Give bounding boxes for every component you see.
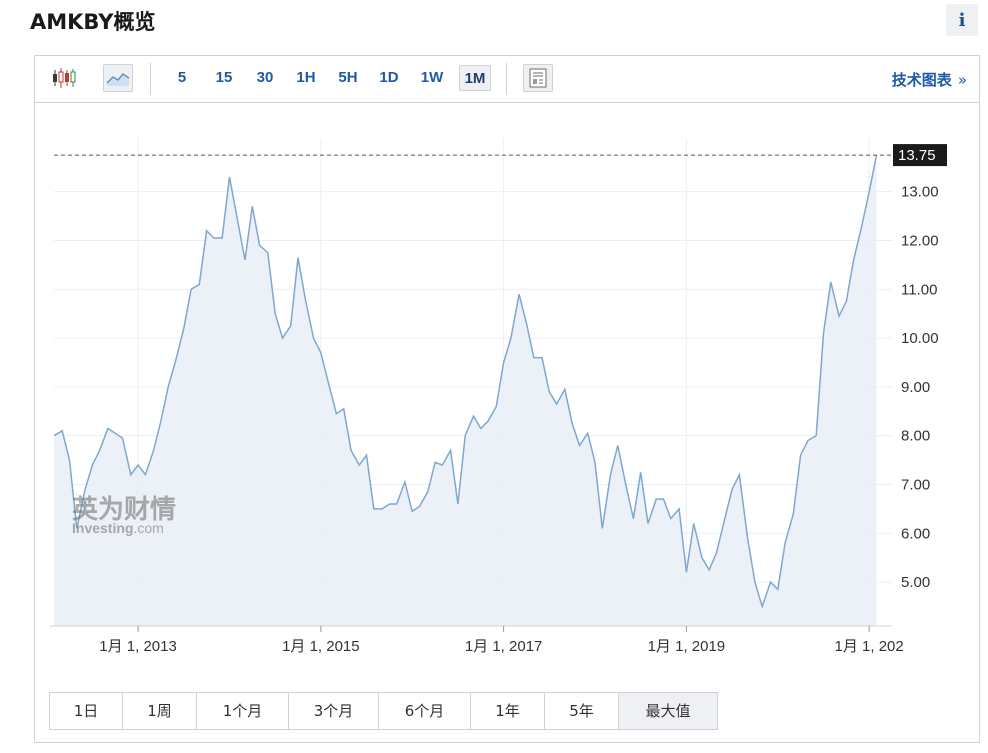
investing-watermark: 英为财情 Investing.com xyxy=(72,495,176,536)
range-1d-button[interactable]: 1日 xyxy=(50,693,123,729)
price-area-fill xyxy=(54,155,877,626)
x-tick-label: 1月 1, 2013 xyxy=(99,638,177,655)
range-6m-button[interactable]: 6个月 xyxy=(379,693,471,729)
y-tick-label: 6.00 xyxy=(901,525,930,542)
range-selector: 1日 1周 1个月 3个月 6个月 1年 5年 最大值 xyxy=(49,692,718,730)
y-tick-label: 8.00 xyxy=(901,428,930,445)
y-tick-label: 10.00 xyxy=(901,330,939,347)
range-1m-button[interactable]: 1个月 xyxy=(197,693,289,729)
x-tick-label: 1月 1, 2015 xyxy=(282,638,360,655)
y-axis: 5.00 6.00 7.00 8.00 9.00 10.00 11.00 12.00 13.00 xyxy=(901,184,939,591)
watermark-brand-en: Investing.com xyxy=(72,520,164,536)
y-tick-label: 12.00 xyxy=(901,232,939,249)
range-5y-button[interactable]: 5年 xyxy=(545,693,619,729)
last-price-label: 13.75 xyxy=(898,147,936,164)
range-3m-button[interactable]: 3个月 xyxy=(289,693,379,729)
price-chart: 英为财情 Investing.com 5.00 6.00 7.00 8.00 9.00 1… xyxy=(50,138,947,655)
range-1y-button[interactable]: 1年 xyxy=(471,693,545,729)
y-tick-label: 9.00 xyxy=(901,379,930,396)
x-tick-label: 1月 1, 2017 xyxy=(465,638,543,655)
x-axis: 1月 1, 2013 1月 1, 2015 1月 1, 2017 1月 1, 2019… xyxy=(50,625,904,655)
y-tick-label: 7.00 xyxy=(901,476,930,493)
info-button[interactable]: i xyxy=(946,4,978,36)
range-max-button[interactable]: 最大值 xyxy=(619,693,717,729)
x-tick-label: 1月 1, 202 xyxy=(835,638,904,655)
range-1w-button[interactable]: 1周 xyxy=(123,693,197,729)
y-tick-label: 5.00 xyxy=(901,574,930,591)
last-price-tag: 13.75 xyxy=(893,144,947,167)
page-title: AMKBY概览 xyxy=(30,10,156,34)
y-tick-label: 13.00 xyxy=(901,184,939,201)
chart-widget: 5 15 30 1H 5H 1D 1W 1M 技术图表» 英为财情 Invest… xyxy=(34,55,980,743)
y-tick-label: 11.00 xyxy=(901,281,937,298)
x-tick-label: 1月 1, 2019 xyxy=(648,638,726,655)
